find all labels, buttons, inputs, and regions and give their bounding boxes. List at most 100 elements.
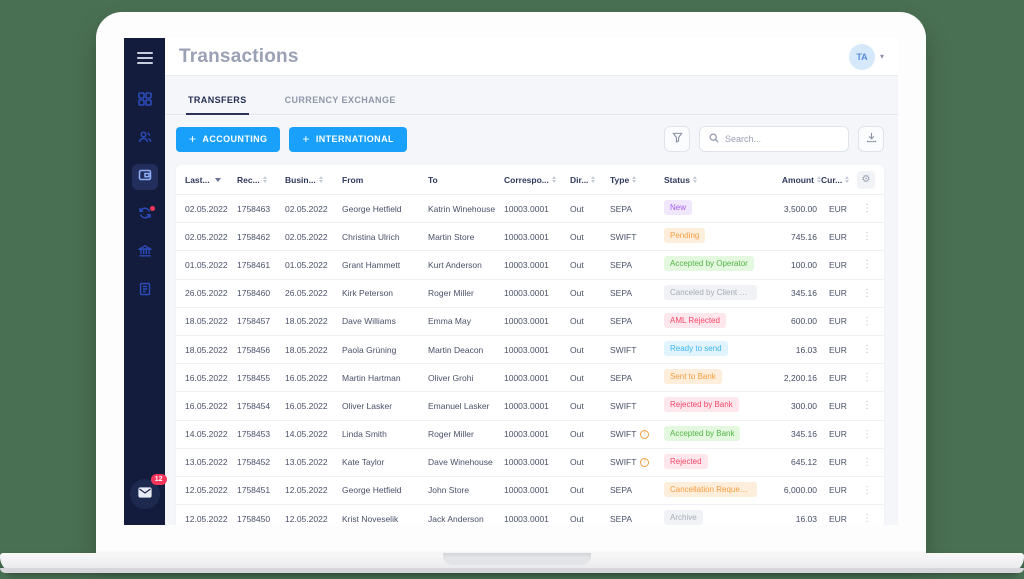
sidebar-item-statements[interactable]: [132, 278, 158, 304]
column-settings-button[interactable]: ⚙: [857, 171, 875, 189]
cell-amount: 300.00: [761, 401, 821, 411]
table-row[interactable]: 14.05.2022 1758453 14.05.2022 Linda Smit…: [176, 420, 884, 448]
row-menu-button[interactable]: ⋮: [859, 316, 875, 327]
cell-amount: 645.12: [761, 457, 821, 467]
cell-business-date: 01.05.2022: [285, 260, 342, 270]
table-row[interactable]: 16.05.2022 1758455 16.05.2022 Martin Har…: [176, 363, 884, 391]
table-row[interactable]: 16.05.2022 1758454 16.05.2022 Oliver Las…: [176, 391, 884, 419]
tab-currency-exchange[interactable]: CURRENCY EXCHANGE: [283, 89, 398, 115]
cell-correspondent: 10003.0001: [504, 373, 570, 383]
cell-rec-number: 1758456: [237, 345, 285, 355]
cell-amount: 600.00: [761, 316, 821, 326]
cell-business-date: 16.05.2022: [285, 373, 342, 383]
column-header-dir[interactable]: Dir...: [570, 175, 610, 185]
column-header-last[interactable]: Last...: [185, 175, 237, 185]
sort-icon: [552, 176, 556, 183]
table-row[interactable]: 13.05.2022 1758452 13.05.2022 Kate Taylo…: [176, 448, 884, 476]
cell-direction: Out: [570, 288, 610, 298]
documents-icon: [138, 282, 152, 301]
export-button[interactable]: [858, 126, 884, 152]
cell-direction: Out: [570, 429, 610, 439]
column-header-correspo[interactable]: Correspo...: [504, 175, 570, 185]
column-header-status[interactable]: Status: [664, 175, 761, 185]
cell-business-date: 26.05.2022: [285, 288, 342, 298]
sidebar-item-users[interactable]: [132, 126, 158, 152]
cell-from: Christina Ulrich: [342, 232, 428, 242]
table-row[interactable]: 18.05.2022 1758457 18.05.2022 Dave Willi…: [176, 307, 884, 335]
cell-correspondent: 10003.0001: [504, 204, 570, 214]
row-menu-button[interactable]: ⋮: [859, 231, 875, 242]
top-header: Transactions TA ▾: [165, 38, 898, 76]
row-menu-button[interactable]: ⋮: [859, 400, 875, 411]
cell-to: Emanuel Lasker: [428, 401, 504, 411]
cell-amount: 345.16: [761, 288, 821, 298]
row-menu-button[interactable]: ⋮: [859, 259, 875, 270]
tab-transfers[interactable]: TRANSFERS: [186, 89, 249, 115]
cell-currency: EUR: [821, 401, 857, 411]
column-header-busin[interactable]: Busin...: [285, 175, 342, 185]
column-header-amount[interactable]: Amount: [761, 175, 821, 185]
table-row[interactable]: 02.05.2022 1758463 02.05.2022 George Het…: [176, 194, 884, 222]
cell-to: Katrin Winehouse: [428, 204, 504, 214]
cell-amount: 745.16: [761, 232, 821, 242]
cell-correspondent: 10003.0001: [504, 316, 570, 326]
download-icon: [866, 130, 877, 148]
table-row[interactable]: 18.05.2022 1758456 18.05.2022 Paola Grün…: [176, 335, 884, 363]
cell-rec-number: 1758455: [237, 373, 285, 383]
sort-icon: [591, 176, 595, 183]
cell-rec-number: 1758462: [237, 232, 285, 242]
cell-amount: 6,000.00: [761, 485, 821, 495]
account-menu[interactable]: TA ▾: [849, 44, 884, 70]
cell-direction: Out: [570, 232, 610, 242]
sidebar: 12: [124, 38, 165, 525]
cell-direction: Out: [570, 401, 610, 411]
sidebar-item-bank[interactable]: [132, 240, 158, 266]
row-menu-button[interactable]: ⋮: [859, 513, 875, 524]
page-title: Transactions: [179, 46, 299, 68]
cell-rec-number: 1758451: [237, 485, 285, 495]
cell-type: SEPA !: [610, 373, 664, 383]
cell-type: SEPA !: [610, 260, 664, 270]
add-international-button[interactable]: + INTERNATIONAL: [289, 127, 406, 152]
filter-button[interactable]: [664, 126, 690, 152]
column-header-to[interactable]: To: [428, 175, 504, 185]
column-header-type[interactable]: Type: [610, 175, 664, 185]
row-menu-button[interactable]: ⋮: [859, 372, 875, 383]
cell-business-date: 12.05.2022: [285, 514, 342, 524]
menu-toggle-icon[interactable]: [137, 52, 153, 64]
cell-direction: Out: [570, 260, 610, 270]
column-header-cur[interactable]: Cur...: [821, 175, 857, 185]
messages-button[interactable]: 12: [130, 479, 160, 509]
row-menu-button[interactable]: ⋮: [859, 429, 875, 440]
row-menu-button[interactable]: ⋮: [859, 457, 875, 468]
table-row[interactable]: 12.05.2022 1758451 12.05.2022 George Het…: [176, 476, 884, 504]
cell-amount: 345.16: [761, 429, 821, 439]
cell-correspondent: 10003.0001: [504, 345, 570, 355]
column-header-rec[interactable]: Rec...: [237, 175, 285, 185]
table-row[interactable]: 26.05.2022 1758460 26.05.2022 Kirk Peter…: [176, 279, 884, 307]
column-header-from[interactable]: From: [342, 175, 428, 185]
cell-currency: EUR: [821, 204, 857, 214]
sidebar-item-dashboard[interactable]: [132, 88, 158, 114]
table-row[interactable]: 02.05.2022 1758462 02.05.2022 Christina …: [176, 222, 884, 250]
sidebar-item-transactions[interactable]: [132, 164, 158, 190]
avatar[interactable]: TA: [849, 44, 875, 70]
cell-type: SWIFT !: [610, 345, 664, 355]
row-menu-button[interactable]: ⋮: [859, 203, 875, 214]
cell-to: Dave Winehouse: [428, 457, 504, 467]
row-menu-button[interactable]: ⋮: [859, 344, 875, 355]
table-row[interactable]: 01.05.2022 1758461 01.05.2022 Grant Hamm…: [176, 250, 884, 278]
row-menu-button[interactable]: ⋮: [859, 288, 875, 299]
cell-business-date: 14.05.2022: [285, 429, 342, 439]
row-menu-button[interactable]: ⋮: [859, 485, 875, 496]
table-row[interactable]: 12.05.2022 1758450 12.05.2022 Krist Nove…: [176, 504, 884, 525]
add-accounting-button[interactable]: + ACCOUNTING: [176, 127, 280, 152]
cell-amount: 2,200.16: [761, 373, 821, 383]
sidebar-item-exchange[interactable]: [132, 202, 158, 228]
cell-from: Oliver Lasker: [342, 401, 428, 411]
cell-correspondent: 10003.0001: [504, 401, 570, 411]
cell-from: Krist Noveselik: [342, 514, 428, 524]
search-input[interactable]: [725, 134, 839, 144]
status-badge: Pending: [664, 228, 705, 243]
cell-currency: EUR: [821, 514, 857, 524]
